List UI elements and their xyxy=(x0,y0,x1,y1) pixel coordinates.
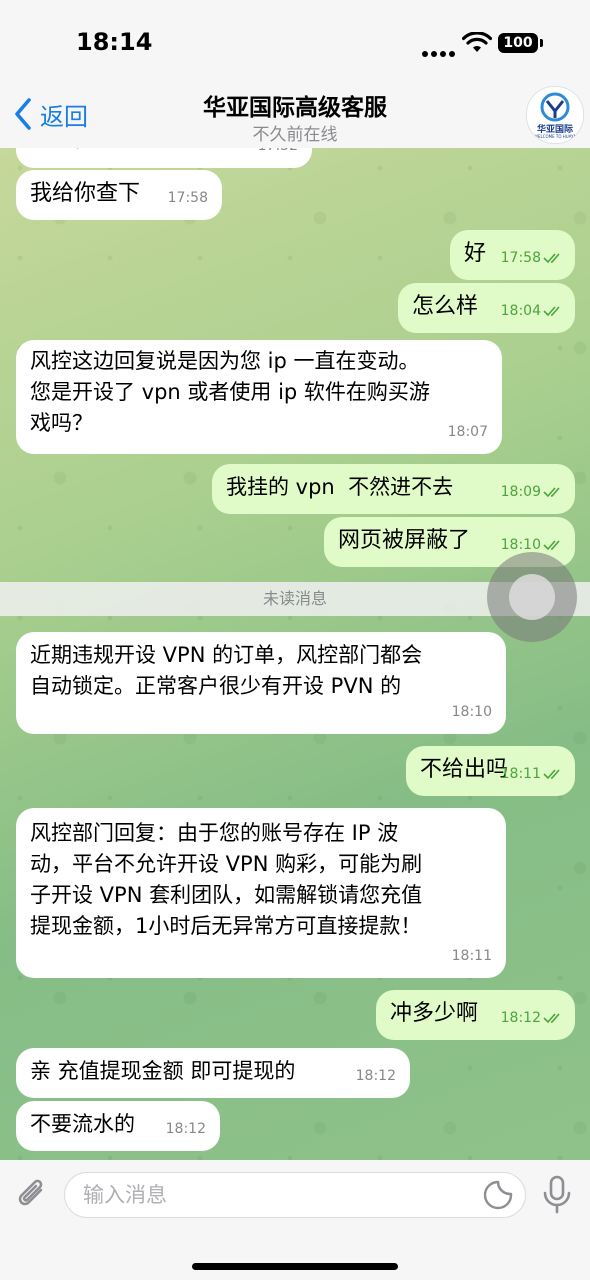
scroll-button-knob xyxy=(509,574,555,620)
message-bubble[interactable]: 怎么样 18:04 xyxy=(398,283,575,333)
composer-bar xyxy=(0,1160,590,1280)
message-input[interactable] xyxy=(64,1172,526,1218)
double-check-icon xyxy=(543,253,560,264)
message-time: 17:58 xyxy=(167,190,208,206)
message-time: 18:10 xyxy=(451,704,492,720)
message-bubble[interactable]: 近期违规开设 VPN 的订单，风控部门都会 自动锁定。正常客户很少有开设 PVN… xyxy=(16,632,506,734)
scroll-down-button[interactable] xyxy=(487,552,577,642)
sticker-icon[interactable] xyxy=(482,1179,514,1211)
battery-tip xyxy=(540,39,543,47)
message-bubble[interactable]: 不要流水的 18:12 xyxy=(16,1101,220,1151)
signal-icon xyxy=(422,42,458,61)
double-check-icon xyxy=(543,540,560,551)
chat-title[interactable]: 华亚国际高级客服 xyxy=(0,88,590,122)
message-bubble[interactable]: 我挂的 vpn 不然进不去 18:09 xyxy=(212,464,575,514)
status-time: 18:14 xyxy=(76,28,153,56)
message-text: 风控部门回复：由于您的账号存在 IP 波 动，平台不允许开设 VPN 购彩，可能… xyxy=(30,821,423,938)
paperclip-icon[interactable] xyxy=(14,1176,50,1216)
microphone-icon[interactable] xyxy=(540,1174,574,1216)
message-time: 18:11 xyxy=(451,948,492,964)
message-time: 18:12 xyxy=(355,1068,396,1084)
message-text: 亲 充值提现金额 即可提现的 xyxy=(30,1059,296,1083)
message-time: 18:12 xyxy=(501,1003,563,1034)
double-check-icon xyxy=(543,487,560,498)
double-check-icon xyxy=(543,1013,560,1024)
message-bubble[interactable]: 冲多少啊 18:12 xyxy=(376,990,575,1040)
wifi-icon xyxy=(462,32,492,52)
message-time: 18:09 xyxy=(501,477,563,508)
message-time: 18:07 xyxy=(447,424,488,440)
home-indicator xyxy=(192,1263,398,1270)
battery-indicator: 100 xyxy=(498,33,538,53)
message-text: 近期违规开设 VPN 的订单，风控部门都会 自动锁定。正常客户很少有开设 PVN… xyxy=(30,643,423,698)
message-text: 风控这边回复说是因为您 ip 一直在变动。 您是开设了 vpn 或者使用 ip … xyxy=(30,349,430,435)
message-bubble[interactable]: 风控这边回复说是因为您 ip 一直在变动。 您是开设了 vpn 或者使用 ip … xyxy=(16,340,502,454)
avatar-tagline: WELCOME TO HUAYA xyxy=(534,134,576,139)
message-time: 18:11 xyxy=(501,759,563,790)
double-check-icon xyxy=(543,306,560,317)
message-bubble[interactable]: 风控部门回复：由于您的账号存在 IP 波 动，平台不允许开设 VPN 购彩，可能… xyxy=(16,808,506,978)
message-bubble[interactable]: 我给你查下 17:58 xyxy=(16,170,222,220)
status-bar: 18:14 100 xyxy=(0,0,590,80)
message-time: 17:58 xyxy=(501,243,563,274)
avatar[interactable]: 华亚国际 WELCOME TO HUAYA xyxy=(526,86,584,144)
double-check-icon xyxy=(543,769,560,780)
chat-header: 返回 华亚国际高级客服 不久前在线 华亚国际 WELCOME TO HUAYA xyxy=(0,80,590,148)
message-bubble[interactable]: 不给出吗 18:11 xyxy=(406,746,575,796)
message-time: 18:04 xyxy=(501,296,563,327)
message-time: 18:12 xyxy=(165,1121,206,1137)
message-bubble[interactable]: 亲 充值提现金额 即可提现的 18:12 xyxy=(16,1048,410,1098)
chat-status: 不久前在线 xyxy=(252,125,338,145)
message-bubble[interactable]: 好 17:58 xyxy=(450,230,575,280)
